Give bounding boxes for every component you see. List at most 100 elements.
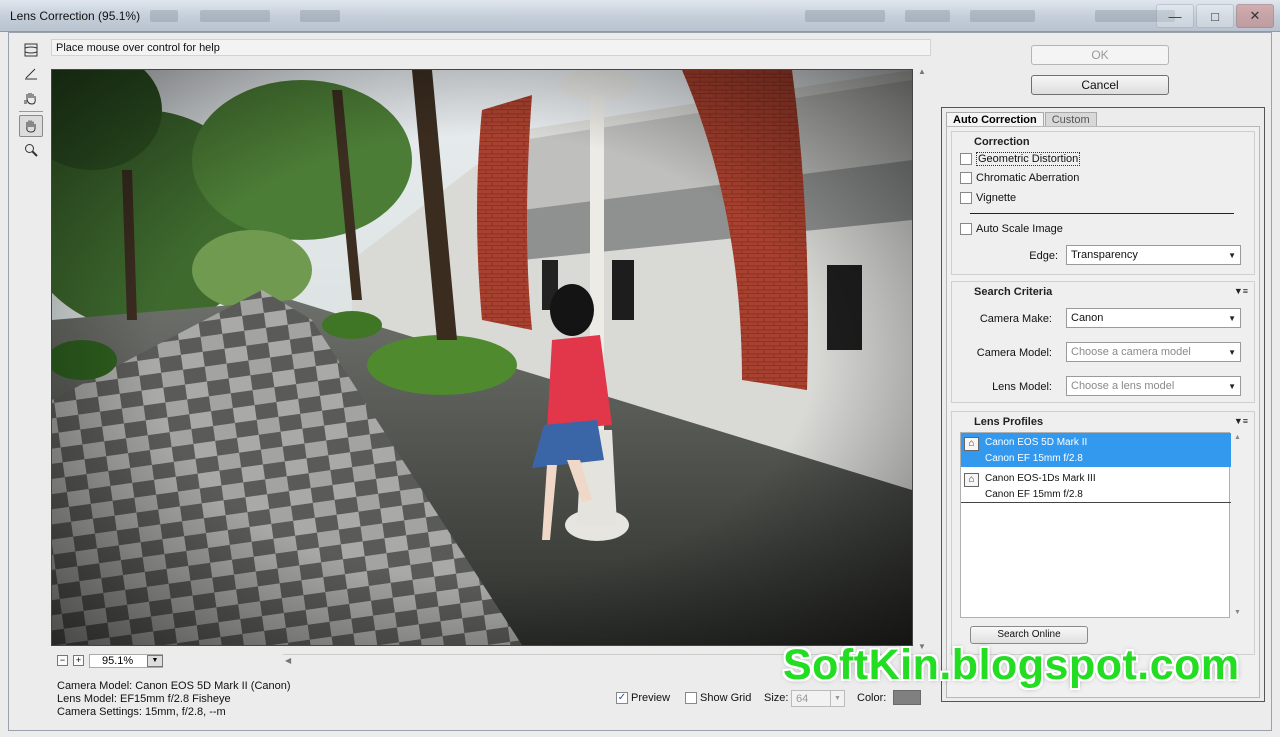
geometric-distortion-option[interactable]: Geometric Distortion — [960, 152, 1081, 166]
camera-model-label: Camera Model: — [976, 347, 1052, 359]
grid-size-dropdown-icon: ▼ — [830, 691, 844, 706]
panel-tabs: Auto Correction Custom — [946, 112, 1098, 126]
hand-tool-icon[interactable] — [19, 115, 43, 137]
list-item[interactable]: ⌂ Canon EOS-1Ds Mark III Canon EF 15mm f… — [961, 469, 1231, 503]
preview-canvas[interactable] — [51, 69, 913, 646]
chevron-down-icon: ▼ — [1228, 314, 1236, 323]
chevron-down-icon: ▼ — [1228, 382, 1236, 391]
chromatic-aberration-option[interactable]: Chromatic Aberration — [960, 172, 1079, 184]
profiles-scrollbar[interactable]: ▲ ▼ — [1232, 432, 1244, 618]
size-label: Size: — [764, 692, 789, 704]
grid-color-swatch[interactable] — [893, 690, 921, 705]
tool-separator — [19, 111, 43, 112]
lens-model-placeholder: Choose a lens model — [1071, 380, 1175, 392]
profile-lens: Canon EF 15mm f/2.8 — [985, 453, 1083, 464]
blurred-background-element — [300, 10, 340, 22]
chevron-down-icon: ▼ — [1228, 348, 1236, 357]
chevron-down-icon: ▼ — [1228, 251, 1236, 260]
camera-make-dropdown[interactable]: Canon ▼ — [1066, 308, 1241, 328]
profile-camera: Canon EOS 5D Mark II — [985, 437, 1088, 448]
profile-lens: Canon EF 15mm f/2.8 — [985, 489, 1083, 500]
correction-divider — [970, 213, 1234, 214]
zoom-in-button[interactable]: + — [73, 655, 84, 666]
show-grid-option[interactable]: Show Grid — [685, 692, 751, 704]
cancel-button[interactable]: Cancel — [1031, 75, 1169, 95]
color-label: Color: — [857, 692, 887, 704]
lens-profiles-list[interactable]: ⌂ Canon EOS 5D Mark II Canon EF 15mm f/2… — [960, 432, 1231, 618]
auto-correction-tab-body: Correction Geometric Distortion Chromati… — [946, 126, 1260, 698]
zoom-out-button[interactable]: − — [57, 655, 68, 666]
zoom-dropdown-icon[interactable]: ▼ — [147, 655, 163, 667]
preview-option[interactable]: ✓ Preview — [616, 692, 670, 704]
zoom-tool-icon[interactable] — [19, 139, 43, 161]
vignette-checkbox[interactable] — [960, 192, 972, 204]
blurred-background-element — [150, 10, 178, 22]
show-grid-checkbox[interactable] — [685, 692, 697, 704]
profile-icon: ⌂ — [964, 437, 979, 451]
help-bar: Place mouse over control for help — [51, 39, 931, 56]
correction-title: Correction — [974, 136, 1030, 148]
close-icon[interactable]: ✕ — [1236, 4, 1274, 28]
profile-camera: Canon EOS-1Ds Mark III — [985, 473, 1096, 484]
watermark: SoftKin.blogspot.com — [783, 641, 1240, 689]
maximize-icon[interactable]: □ — [1196, 4, 1234, 28]
geometric-distortion-checkbox[interactable] — [960, 153, 972, 165]
show-grid-label: Show Grid — [700, 692, 752, 704]
blurred-background-element — [905, 10, 950, 22]
camera-make-value: Canon — [1071, 312, 1104, 324]
scroll-left-arrow-icon[interactable]: ◀ — [285, 656, 291, 665]
grid-size-value: 64 — [796, 693, 809, 705]
auto-scale-checkbox[interactable] — [960, 223, 972, 235]
blurred-background-element — [200, 10, 270, 22]
edge-label: Edge: — [1029, 250, 1058, 262]
chromatic-aberration-checkbox[interactable] — [960, 172, 972, 184]
camera-model-dropdown[interactable]: Choose a camera model ▼ — [1066, 342, 1241, 362]
tab-auto-correction[interactable]: Auto Correction — [946, 112, 1044, 126]
scroll-down-arrow-icon[interactable]: ▼ — [1234, 609, 1241, 616]
lens-profiles-title: Lens Profiles — [974, 416, 1044, 428]
dialog-client-area: Place mouse over control for help ▲ ▼ − … — [8, 32, 1272, 731]
camera-model-info: Camera Model: Canon EOS 5D Mark II (Cano… — [57, 680, 291, 692]
scroll-up-arrow-icon[interactable]: ▲ — [1234, 434, 1241, 441]
straighten-tool-icon[interactable] — [19, 63, 43, 85]
blurred-background-element — [970, 10, 1035, 22]
panel-menu-icon[interactable]: ▼≡ — [1234, 416, 1248, 426]
preview-photo — [52, 70, 912, 645]
minimize-icon[interactable]: — — [1156, 4, 1194, 28]
canvas-vertical-scrollbar[interactable]: ▲ ▼ — [915, 65, 929, 653]
settings-panel: Auto Correction Custom Correction Geomet… — [941, 107, 1265, 702]
window-title: Lens Correction (95.1%) — [10, 9, 141, 23]
edge-dropdown[interactable]: Transparency ▼ — [1066, 245, 1241, 265]
search-criteria-title: Search Criteria — [974, 286, 1053, 298]
auto-scale-option[interactable]: Auto Scale Image — [960, 223, 1063, 235]
vignette-option[interactable]: Vignette — [960, 192, 1016, 204]
profile-icon: ⌂ — [964, 473, 979, 487]
lens-model-info: Lens Model: EF15mm f/2.8 Fisheye — [57, 693, 231, 705]
lens-model-dropdown[interactable]: Choose a lens model ▼ — [1066, 376, 1241, 396]
move-grid-tool-icon[interactable] — [19, 87, 43, 109]
title-bar: Lens Correction (95.1%) — □ ✕ — [0, 0, 1280, 32]
remove-distortion-tool-icon[interactable] — [19, 39, 43, 61]
edge-dropdown-value: Transparency — [1071, 249, 1138, 261]
lens-model-label: Lens Model: — [992, 381, 1052, 393]
ok-button[interactable]: OK — [1031, 45, 1169, 65]
scroll-up-arrow-icon[interactable]: ▲ — [918, 67, 926, 76]
search-criteria-group: Search Criteria ▼≡ Camera Make: Canon ▼ … — [951, 281, 1255, 403]
list-item[interactable]: ⌂ Canon EOS 5D Mark II Canon EF 15mm f/2… — [961, 433, 1231, 467]
blurred-background-element — [805, 10, 885, 22]
camera-settings-info: Camera Settings: 15mm, f/2.8, --m — [57, 706, 226, 718]
tool-palette — [19, 39, 45, 163]
preview-checkbox[interactable]: ✓ — [616, 692, 628, 704]
geometric-distortion-label: Geometric Distortion — [976, 152, 1081, 166]
camera-make-label: Camera Make: — [979, 313, 1052, 325]
preview-label: Preview — [631, 692, 671, 704]
lens-profiles-group: Lens Profiles ▼≡ ⌂ Canon EOS 5D Mark II … — [951, 411, 1255, 655]
panel-menu-icon[interactable]: ▼≡ — [1234, 286, 1248, 296]
correction-group: Correction Geometric Distortion Chromati… — [951, 131, 1255, 275]
camera-model-placeholder: Choose a camera model — [1071, 346, 1191, 358]
auto-scale-label: Auto Scale Image — [976, 223, 1063, 235]
image-info: Camera Model: Canon EOS 5D Mark II (Cano… — [57, 680, 291, 719]
chromatic-aberration-label: Chromatic Aberration — [976, 172, 1080, 184]
grid-size-field: 64 ▼ — [791, 690, 845, 707]
tab-custom[interactable]: Custom — [1044, 112, 1097, 126]
